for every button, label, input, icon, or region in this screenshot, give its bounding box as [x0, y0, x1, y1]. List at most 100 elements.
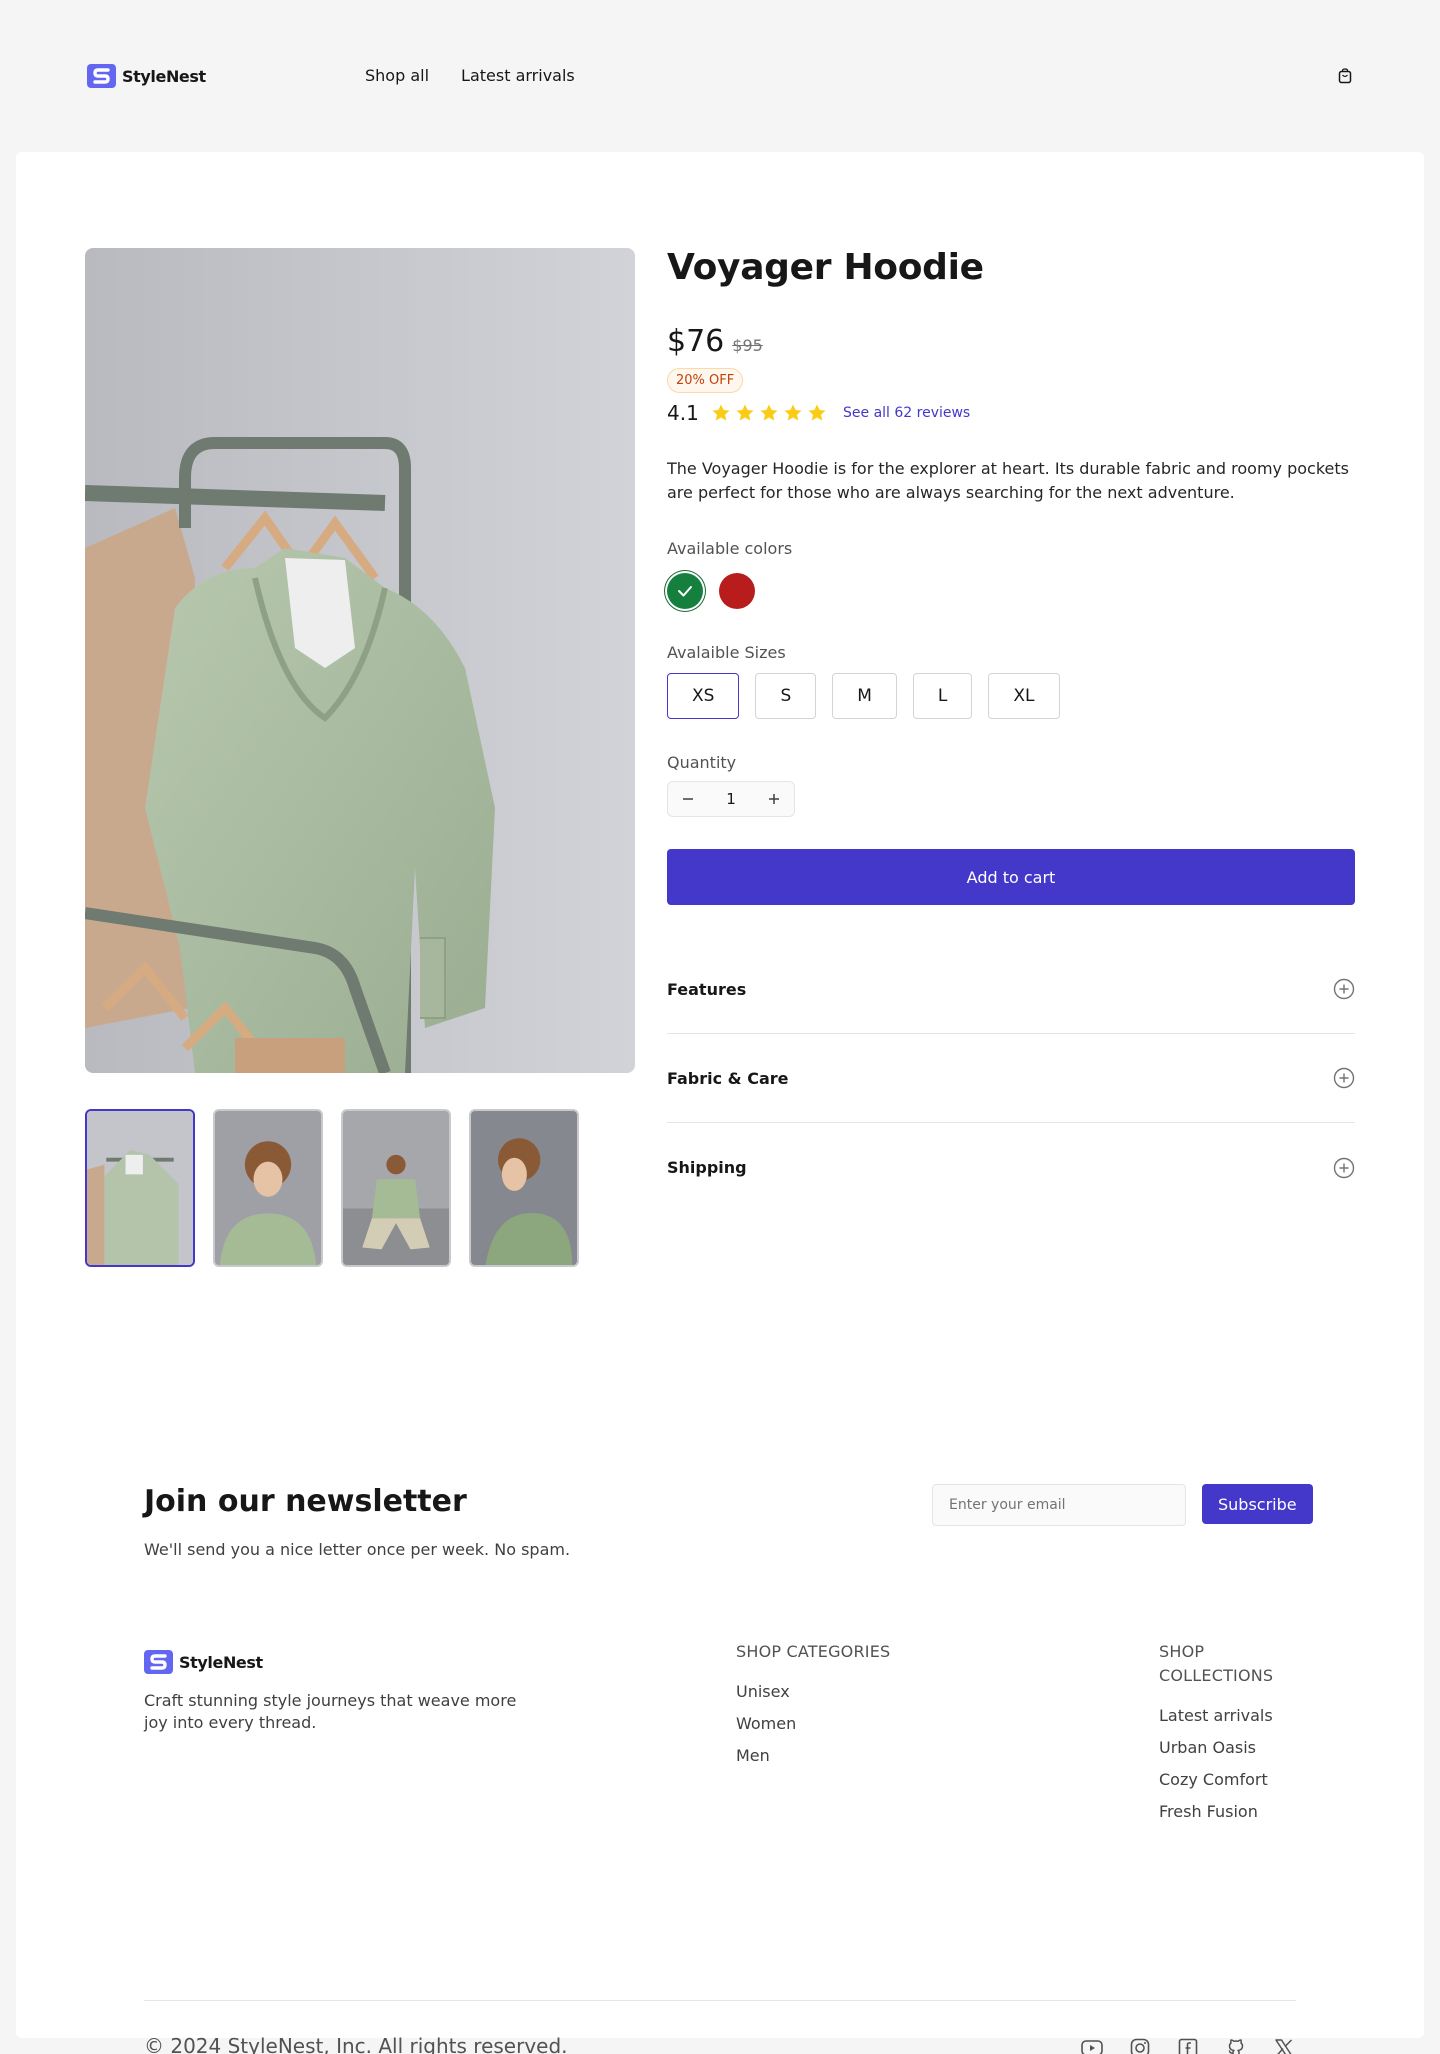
- size-options: XS S M L XL: [667, 673, 1355, 719]
- brand-name: StyleNest: [122, 66, 206, 86]
- current-price: $76: [667, 324, 725, 359]
- size-option-s[interactable]: S: [755, 673, 817, 719]
- github-link[interactable]: [1224, 2036, 1248, 2054]
- list-item: Urban Oasis: [1159, 1736, 1296, 1760]
- quantity-label: Quantity: [667, 753, 737, 772]
- footer-collection-link[interactable]: Urban Oasis: [1159, 1738, 1256, 1757]
- minus-icon: [683, 798, 693, 800]
- subscribe-button[interactable]: Subscribe: [1202, 1484, 1313, 1524]
- github-icon: [1228, 2039, 1244, 2054]
- thumbnail-model-side[interactable]: [469, 1109, 579, 1267]
- instagram-link[interactable]: [1128, 2036, 1152, 2054]
- product-main-image: [85, 248, 635, 1073]
- nav-shop-all[interactable]: Shop all: [365, 64, 429, 88]
- footer-collections: SHOP COLLECTIONS Latest arrivals Urban Oa…: [1159, 1640, 1296, 1832]
- discount-badge: 20% OFF: [667, 368, 744, 393]
- categories-heading: SHOP CATEGORIES: [736, 1642, 891, 1661]
- color-selector: Available colors: [667, 537, 1355, 609]
- x-link[interactable]: [1272, 2036, 1296, 2054]
- footer-collection-link[interactable]: Fresh Fusion: [1159, 1802, 1258, 1821]
- product-card: Voyager Hoodie $76 $95 20% OFF 4.1 See a…: [16, 152, 1424, 2054]
- footer-category-link[interactable]: Unisex: [736, 1682, 790, 1701]
- color-swatches: [667, 573, 1355, 609]
- decrease-quantity-button[interactable]: [678, 789, 698, 809]
- star-icon: [736, 404, 754, 421]
- plus-circle-icon: [1333, 978, 1355, 1000]
- footer-collection-link[interactable]: Latest arrivals: [1159, 1706, 1273, 1725]
- footer-logo[interactable]: StyleNest: [144, 1650, 1296, 1674]
- footer-categories: SHOP CATEGORIES Unisex Women Men: [736, 1640, 890, 1776]
- plus-icon: [768, 794, 779, 804]
- color-swatch-red[interactable]: [719, 573, 755, 609]
- list-item: Men: [736, 1744, 890, 1768]
- quantity-value: 1: [726, 790, 736, 808]
- nav-latest-arrivals[interactable]: Latest arrivals: [461, 64, 575, 88]
- site-footer: StyleNest Craft stunning style journeys …: [144, 1640, 1296, 2054]
- size-selector: Avalaible Sizes XS S M L XL: [667, 641, 1355, 719]
- thumbnail-model-portrait[interactable]: [213, 1109, 323, 1267]
- accordion-item-features[interactable]: Features: [667, 945, 1355, 1034]
- rating-row: 4.1 See all 62 reviews: [667, 401, 1355, 425]
- sizes-label: Avalaible Sizes: [667, 643, 786, 662]
- increase-quantity-button[interactable]: [764, 789, 784, 809]
- site-header: StyleNest Shop all Latest arrivals: [0, 0, 1440, 152]
- facebook-link[interactable]: [1176, 2036, 1200, 2054]
- price-row: $76 $95: [667, 324, 1355, 360]
- list-item: Women: [736, 1712, 890, 1736]
- size-option-l[interactable]: L: [912, 673, 973, 719]
- rating-value: 4.1: [667, 401, 699, 425]
- newsletter-form: Subscribe: [932, 1484, 1313, 1526]
- footer-divider: [144, 2000, 1296, 2001]
- thumbnail-hoodie-on-rack[interactable]: [85, 1109, 195, 1267]
- list-item: Unisex: [736, 1680, 890, 1704]
- star-icon: [712, 404, 730, 421]
- star-icon: [760, 404, 778, 421]
- footer-category-link[interactable]: Women: [736, 1714, 796, 1733]
- size-option-xl[interactable]: XL: [988, 673, 1060, 719]
- thumbnail-model-sitting[interactable]: [341, 1109, 451, 1267]
- star-icon: [784, 404, 802, 421]
- youtube-link[interactable]: [1080, 2036, 1104, 2054]
- copyright-text: © 2024 StyleNest, Inc. All rights reserv…: [144, 2034, 568, 2054]
- add-to-cart-button[interactable]: Add to cart: [667, 849, 1355, 905]
- size-option-m[interactable]: M: [832, 673, 897, 719]
- product-title: Voyager Hoodie: [667, 247, 984, 288]
- color-swatch-green[interactable]: [667, 573, 703, 609]
- accordion-item-shipping[interactable]: Shipping: [667, 1123, 1355, 1212]
- accordion-item-fabric-care[interactable]: Fabric & Care: [667, 1034, 1355, 1123]
- size-option-xs[interactable]: XS: [667, 673, 740, 719]
- quantity-section: Quantity 1: [667, 751, 1355, 817]
- main-nav: Shop all Latest arrivals: [365, 64, 575, 88]
- footer-tagline: Craft stunning style journeys that weave…: [144, 1691, 517, 1732]
- shopping-bag-icon: [1338, 68, 1352, 84]
- list-item: Fresh Fusion: [1159, 1800, 1296, 1824]
- collections-list: Latest arrivals Urban Oasis Cozy Comfort Fr…: [1159, 1704, 1296, 1824]
- logo-mark-icon: [87, 64, 116, 88]
- colors-label: Available colors: [667, 539, 793, 558]
- quantity-stepper: 1: [667, 781, 795, 817]
- see-all-reviews-link[interactable]: See all 62 reviews: [843, 405, 970, 421]
- plus-circle-icon: [1333, 1157, 1355, 1178]
- facebook-icon: [1178, 2038, 1198, 2054]
- cart-button[interactable]: [1337, 66, 1353, 86]
- product-info-accordion: Features Fabric & Care Shipping: [667, 945, 1355, 1212]
- star-icon: [808, 404, 826, 421]
- newsletter-section: Join our newsletter We'll send you a nic…: [144, 1484, 1313, 1559]
- brand-logo[interactable]: StyleNest: [87, 64, 206, 88]
- star-rating: [711, 403, 827, 423]
- accordion-title: Fabric & Care: [667, 1068, 789, 1088]
- product-description: The Voyager Hoodie is for the explorer a…: [667, 459, 1349, 502]
- plus-circle-icon: [1333, 1067, 1355, 1089]
- collections-heading: SHOP COLLECTIONS: [1159, 1642, 1274, 1685]
- original-price: $95: [732, 336, 763, 355]
- check-icon: [678, 586, 692, 597]
- accordion-title: Shipping: [667, 1158, 747, 1177]
- list-item: Cozy Comfort: [1159, 1768, 1296, 1792]
- youtube-icon: [1081, 2040, 1103, 2054]
- footer-category-link[interactable]: Men: [736, 1746, 770, 1765]
- newsletter-subtitle: We'll send you a nice letter once per we…: [144, 1540, 571, 1559]
- email-input[interactable]: [932, 1484, 1186, 1526]
- social-links: [1080, 2036, 1296, 2054]
- thumbnail-gallery: [85, 1109, 579, 1267]
- footer-collection-link[interactable]: Cozy Comfort: [1159, 1770, 1268, 1789]
